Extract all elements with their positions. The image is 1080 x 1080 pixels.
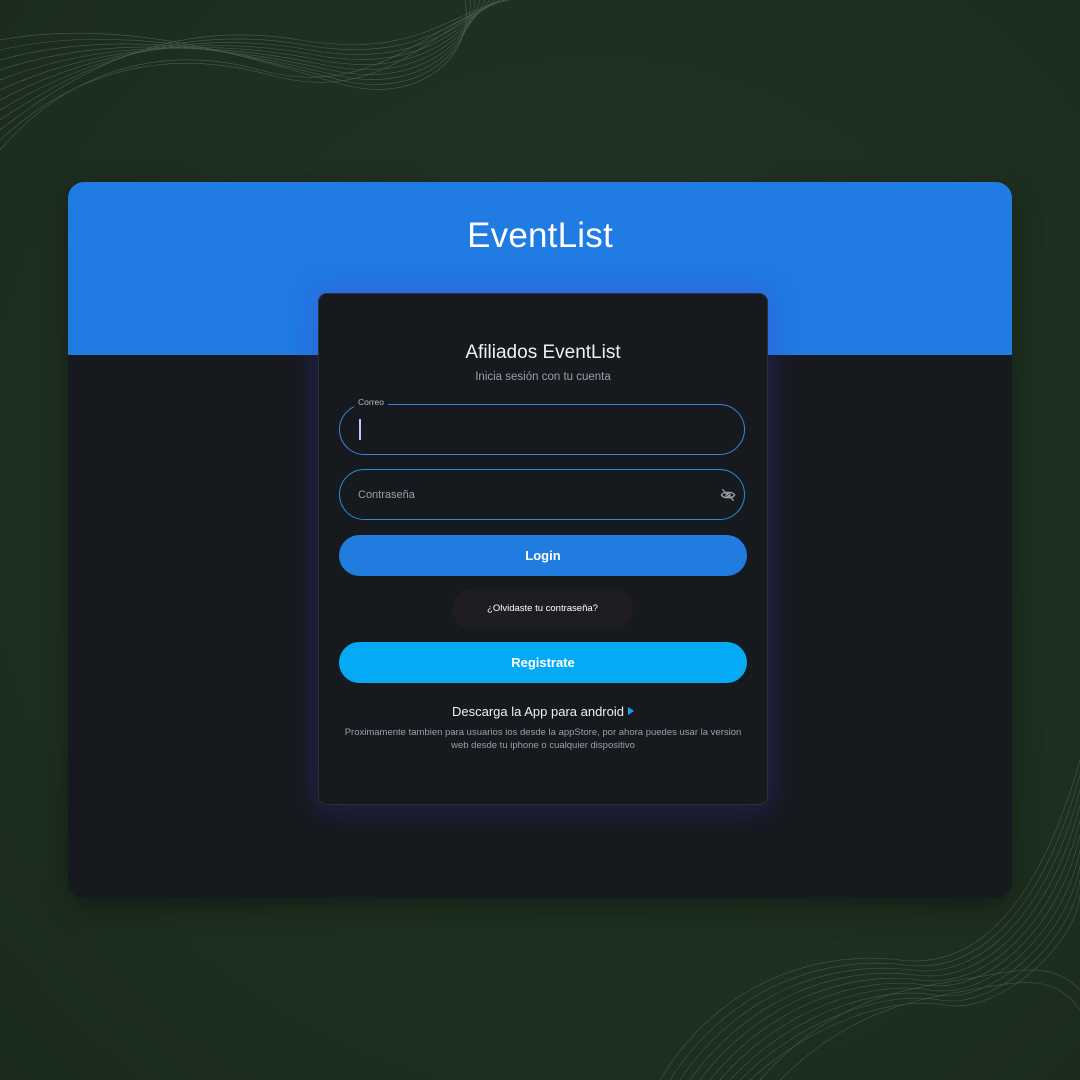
login-card: Afiliados EventList Inicia sesión con tu… [318, 293, 768, 805]
password-input[interactable] [358, 470, 698, 519]
play-icon [628, 707, 634, 715]
email-field[interactable]: Correo [339, 397, 745, 455]
app-window: EventList Afiliados EventList Inicia ses… [68, 182, 1012, 898]
email-input[interactable] [358, 405, 698, 454]
download-android-link[interactable]: Descarga la App para android [319, 704, 767, 719]
download-link-label: Descarga la App para android [451, 704, 624, 719]
brand-title: EventList [467, 216, 613, 255]
password-field[interactable] [339, 469, 745, 520]
eye-off-icon[interactable] [720, 487, 736, 503]
download-note: Proximamente tambien para usuarios ios d… [344, 727, 742, 751]
login-button[interactable]: Login [339, 535, 747, 576]
card-subtitle: Inicia sesión con tu cuenta [475, 371, 611, 383]
register-button[interactable]: Registrate [339, 642, 747, 683]
card-title: Afiliados EventList [465, 342, 621, 363]
forgot-password-button[interactable]: ¿Olvidaste tu contraseña? [452, 589, 633, 629]
